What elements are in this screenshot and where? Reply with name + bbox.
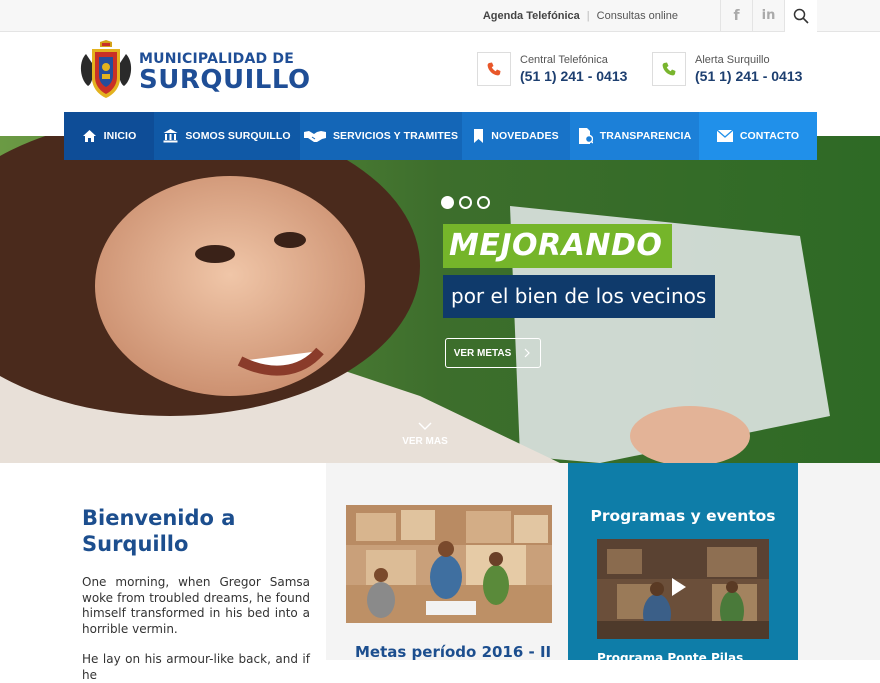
nav-label: CONTACTO — [739, 130, 800, 142]
play-icon[interactable] — [671, 577, 687, 597]
programas-section: Programas y eventos Programa Ponte Pilas — [568, 463, 798, 665]
nav-item-servicios-tramites[interactable]: SERVICIOS Y TRAMITES — [300, 112, 462, 160]
slider-dot[interactable] — [459, 196, 472, 209]
handshake-icon — [303, 131, 326, 142]
contact-label: Central Telefónica — [520, 54, 608, 66]
logo-line2: SURQUILLO — [139, 65, 311, 95]
metas-title: Metas período 2016 - II — [355, 643, 552, 661]
top-links: Agenda Telefónica | Consultas online — [483, 0, 678, 31]
envelope-icon — [716, 130, 733, 142]
slider-dot[interactable] — [441, 196, 454, 209]
contact-label: Alerta Surquillo — [695, 54, 770, 66]
nav-item-somos-surquillo[interactable]: SOMOS SURQUILLO — [154, 112, 300, 160]
municipality-logo[interactable]: MUNICIPALIDAD DE SURQUILLO — [80, 40, 311, 100]
nav-label: SOMOS SURQUILLO — [185, 130, 291, 142]
search-icon[interactable] — [785, 0, 817, 32]
chevron-right-icon — [524, 348, 531, 358]
nav-item-novedades[interactable]: NOVEDADES — [462, 112, 570, 160]
nav-label: NOVEDADES — [491, 130, 559, 142]
phone-icon — [652, 52, 686, 86]
nav-label: SERVICIOS Y TRAMITES — [332, 130, 459, 142]
consultas-online-link[interactable]: Consultas online — [597, 10, 678, 22]
contact-number: (51 1) 241 - 0413 — [695, 68, 803, 84]
facebook-icon[interactable]: f — [720, 0, 752, 31]
welcome-section: Bienvenido a Surquillo One morning, when… — [0, 463, 326, 682]
hero-background-image — [0, 136, 880, 463]
link-separator: | — [586, 9, 590, 22]
video-caption: Programa Ponte Pilas — [597, 651, 744, 665]
bookmark-icon — [474, 129, 484, 143]
hero-subtitle: por el bien de los vecinos — [443, 275, 716, 318]
nav-item-transparencia[interactable]: TRANSPARENCIA — [570, 112, 699, 160]
building-icon — [163, 129, 178, 143]
alerta-surquillo[interactable]: Alerta Surquillo (51 1) 241 - 0413 — [652, 52, 802, 86]
home-icon — [82, 130, 96, 142]
programas-title: Programas y eventos — [590, 507, 776, 525]
welcome-paragraph: One morning, when Gregor Samsa woke from… — [82, 575, 310, 636]
central-telefonica[interactable]: Central Telefónica (51 1) 241 - 0413 — [477, 52, 627, 86]
slider-dot[interactable] — [477, 196, 490, 209]
document-icon — [578, 128, 593, 144]
nav-item-contacto[interactable]: CONTACTO — [699, 112, 817, 160]
metas-photo — [346, 505, 552, 623]
nav-item-inicio[interactable]: INICIO — [64, 112, 154, 160]
coat-of-arms-icon — [80, 40, 132, 98]
phone-icon — [477, 52, 511, 86]
nav-label: INICIO — [103, 130, 137, 142]
hero-slider: MEJORANDO por el bien de los vecinos VER… — [0, 136, 880, 463]
ver-metas-button[interactable]: VER METAS — [445, 338, 541, 368]
ver-metas-label: VER METAS — [453, 347, 512, 359]
nav-label: TRANSPARENCIA — [599, 130, 692, 142]
slider-dots — [441, 196, 490, 209]
top-utility-bar: Agenda Telefónica | Consultas online f i… — [0, 0, 880, 32]
welcome-title: Bienvenido a Surquillo — [82, 506, 236, 556]
ver-mas-link[interactable]: VER MAS — [395, 422, 455, 447]
logo-line1: MUNICIPALIDAD DE — [139, 51, 294, 67]
site-header: MUNICIPALIDAD DE SURQUILLO Central Telef… — [0, 32, 880, 112]
main-navigation: INICIO SOMOS SURQUILLO SERVICIOS Y TRAMI… — [64, 112, 817, 160]
ver-mas-label: VER MAS — [402, 436, 448, 447]
welcome-paragraph: He lay on his armour-like back, and if h… — [82, 652, 310, 682]
agenda-telefonica-link[interactable]: Agenda Telefónica — [483, 10, 580, 22]
metas-card[interactable]: Metas período 2016 - II — [326, 463, 568, 661]
linkedin-icon[interactable]: in — [752, 0, 784, 31]
chevron-down-icon — [418, 422, 432, 430]
hero-title: MEJORANDO — [443, 224, 673, 268]
contact-number: (51 1) 241 - 0413 — [520, 68, 628, 84]
right-gray-panel — [798, 463, 880, 660]
